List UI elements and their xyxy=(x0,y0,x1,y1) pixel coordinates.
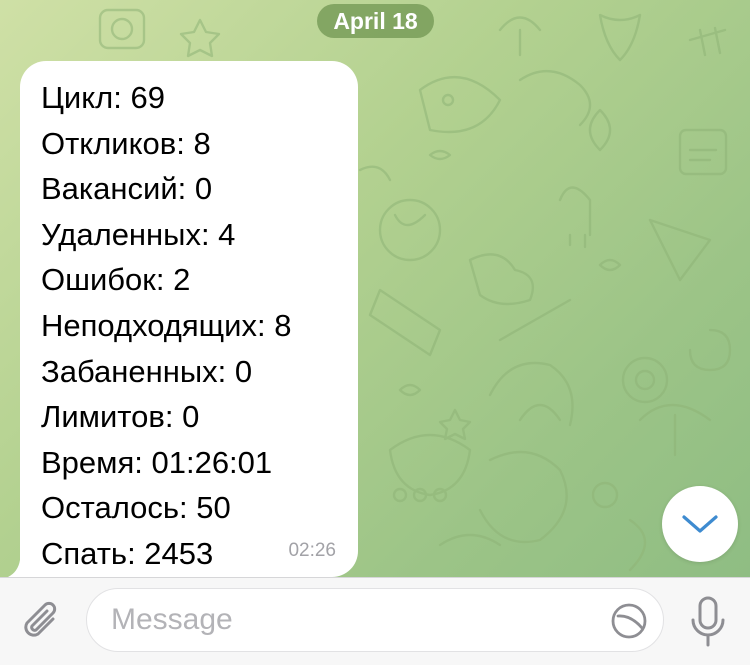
message-line: Неподходящих: 8 xyxy=(41,307,292,343)
message-line: Забаненных: 0 xyxy=(41,353,253,389)
message-line: Цикл: 69 xyxy=(41,80,165,115)
microphone-button[interactable] xyxy=(682,592,734,652)
message-line: Спать: 2453 xyxy=(41,535,214,571)
sticker-icon[interactable] xyxy=(609,601,649,641)
message-line: Лимитов: 0 xyxy=(41,399,200,435)
message-line: Откликов: 8 xyxy=(41,125,211,161)
chevron-down-icon xyxy=(682,515,718,533)
message-input[interactable]: Message xyxy=(86,588,664,652)
message-line: Вакансий: 0 xyxy=(41,171,213,207)
microphone-icon xyxy=(691,596,725,647)
attach-button[interactable] xyxy=(14,594,70,650)
message-text: Цикл: 69 Откликов: 8 Вакансий: 0 Удаленных:… xyxy=(41,75,291,577)
scroll-to-bottom-button[interactable] xyxy=(662,486,738,562)
message-line: Осталось: 50 xyxy=(41,490,231,526)
message-line: Удаленных: 4 xyxy=(41,216,236,252)
message-line: Время: 01:26:01 xyxy=(41,444,273,480)
message-composer-bar: Message xyxy=(0,577,750,665)
paperclip-icon xyxy=(24,601,57,637)
message-timestamp: 02:26 xyxy=(288,540,336,561)
message-input-placeholder: Message xyxy=(111,603,233,636)
message-bubble[interactable]: Цикл: 69 Откликов: 8 Вакансий: 0 Удаленных:… xyxy=(20,61,358,577)
message-line: Ошибок: 2 xyxy=(41,262,191,298)
date-separator: April 18 xyxy=(317,4,434,38)
